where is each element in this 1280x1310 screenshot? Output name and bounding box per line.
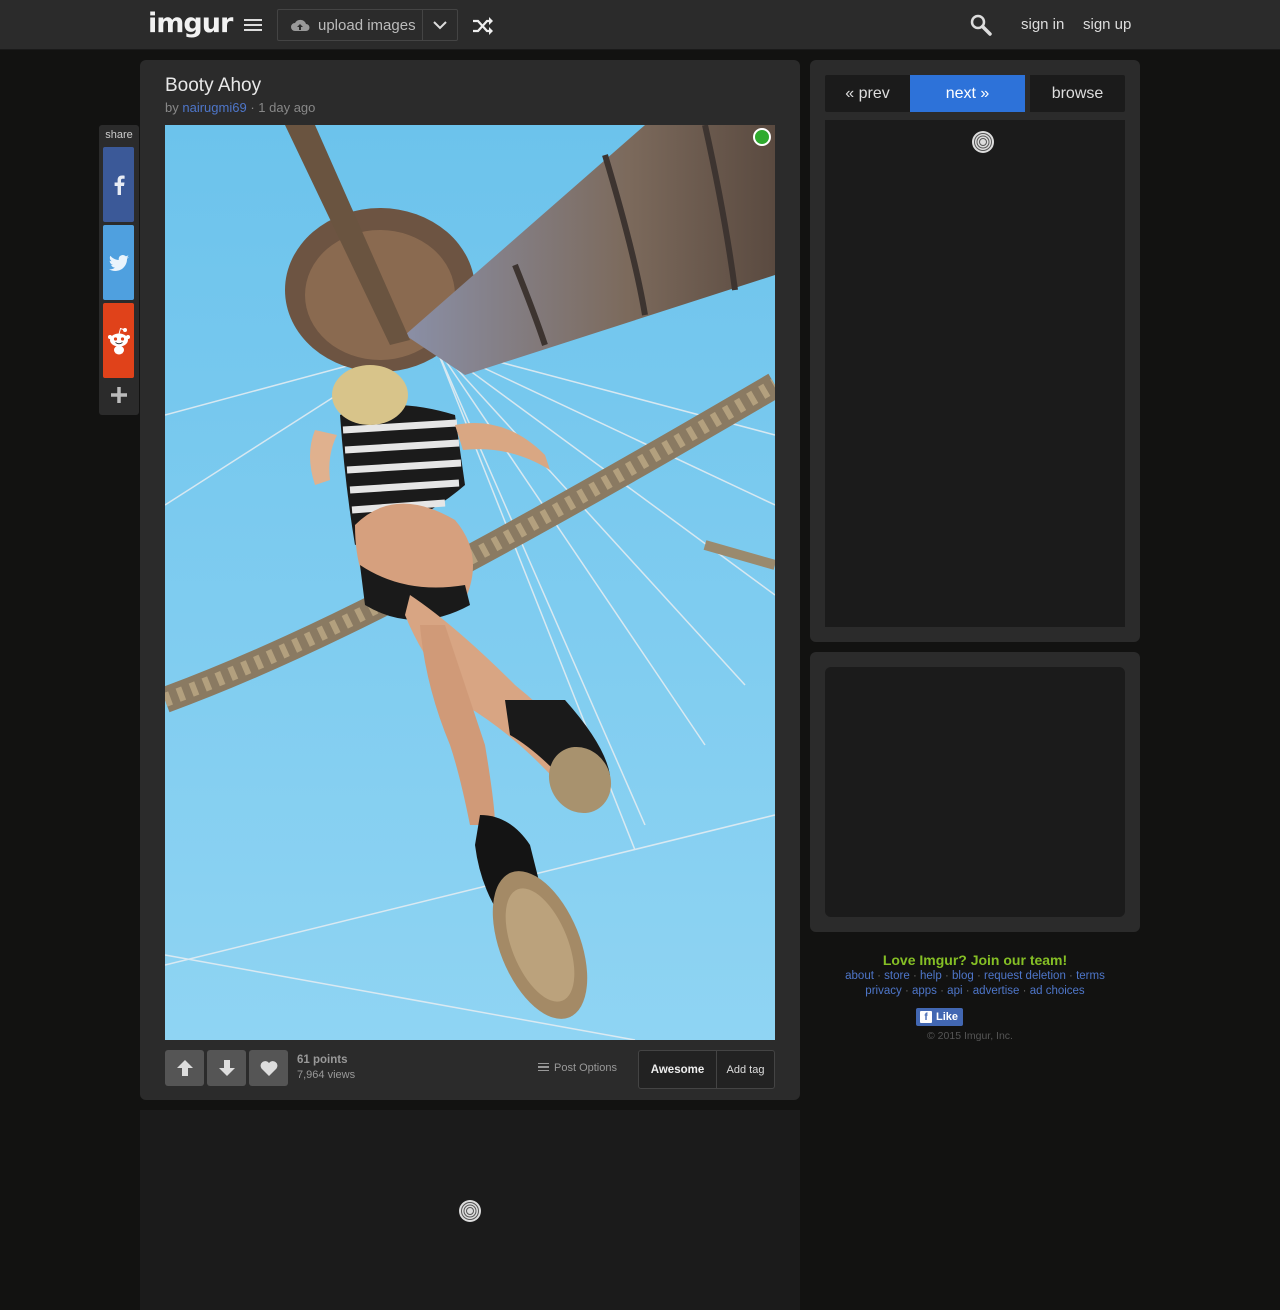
footer-link-ad-choices[interactable]: ad choices <box>1030 985 1085 997</box>
comments-area <box>140 1110 800 1310</box>
footer-link-apps[interactable]: apps <box>912 985 937 997</box>
footer-link-blog[interactable]: blog <box>952 970 974 982</box>
cloud-upload-icon <box>291 19 310 31</box>
upload-images-button[interactable]: upload images <box>278 10 422 40</box>
tag-group: Awesome Add tag <box>638 1050 775 1089</box>
footer-link-store[interactable]: store <box>884 970 910 982</box>
post-title: Booty Ahoy <box>165 75 262 96</box>
side-gallery <box>825 120 1125 627</box>
sign-up-link[interactable]: sign up <box>1083 16 1131 33</box>
share-more-button[interactable] <box>103 381 134 409</box>
points-count: 61 points <box>297 1054 348 1066</box>
sign-in-link[interactable]: sign in <box>1021 16 1064 33</box>
reddit-icon <box>107 327 130 354</box>
post-image[interactable] <box>165 125 775 1040</box>
footer-link-request-deletion[interactable]: request deletion <box>984 970 1066 982</box>
post-options-button[interactable]: Post Options <box>538 1062 617 1074</box>
post-photo <box>165 125 775 1040</box>
post-panel: Booty Ahoy by nairugmi69 · 1 day ago 61 … <box>140 60 800 1100</box>
menu-icon[interactable] <box>244 19 262 31</box>
favorite-button[interactable] <box>249 1050 288 1086</box>
loading-spinner-icon <box>459 1200 481 1222</box>
navigation-panel: « prev next » browse <box>810 60 1140 642</box>
footer-link-about[interactable]: about <box>845 970 874 982</box>
top-navbar: imgur upload images sign in sign up <box>0 0 1280 50</box>
shuffle-icon[interactable] <box>472 16 494 36</box>
upvote-button[interactable] <box>165 1050 204 1086</box>
next-button[interactable]: next » <box>910 75 1025 112</box>
downvote-button[interactable] <box>207 1050 246 1086</box>
arrow-up-icon <box>176 1060 193 1076</box>
views-count: 7,964 views <box>297 1069 356 1081</box>
footer-links-row2: privacy · apps · api · advertise · ad ch… <box>865 985 1085 997</box>
upload-label: upload images <box>318 16 416 34</box>
facebook-like-button[interactable]: f Like <box>916 1008 963 1026</box>
by-label: by <box>165 100 179 115</box>
loading-spinner-icon <box>972 131 994 153</box>
meta-separator: · <box>250 100 255 115</box>
ad-slot <box>825 667 1125 917</box>
facebook-icon <box>114 175 125 195</box>
heart-icon <box>260 1061 277 1076</box>
post-meta: by nairugmi69 · 1 day ago <box>165 100 315 115</box>
ad-panel <box>810 652 1140 932</box>
imgur-logo[interactable]: imgur <box>148 8 233 39</box>
author-link[interactable]: nairugmi69 <box>182 100 246 115</box>
share-sidebar: share <box>99 125 139 415</box>
arrow-down-icon <box>218 1060 235 1076</box>
tag-awesome[interactable]: Awesome <box>639 1051 717 1088</box>
share-label: share <box>105 129 133 141</box>
share-twitter-button[interactable] <box>103 225 134 300</box>
post-age: 1 day ago <box>258 100 316 115</box>
gif-badge <box>753 128 771 146</box>
copyright: © 2015 Imgur, Inc. <box>927 1030 1013 1042</box>
share-reddit-button[interactable] <box>103 303 134 378</box>
vote-bar: 61 points 7,964 views Post Options Aweso… <box>165 1050 775 1090</box>
upload-group: upload images <box>277 9 458 41</box>
list-icon <box>538 1062 549 1074</box>
prev-button[interactable]: « prev <box>825 75 910 112</box>
add-tag-button[interactable]: Add tag <box>717 1051 774 1088</box>
footer-links-row1: about · store · help · blog · request de… <box>845 970 1105 982</box>
plus-icon <box>110 387 127 403</box>
post-options-label: Post Options <box>554 1062 617 1074</box>
footer-link-api[interactable]: api <box>947 985 962 997</box>
join-team-link[interactable]: Love Imgur? Join our team! <box>810 952 1140 968</box>
search-icon[interactable] <box>970 14 992 36</box>
share-facebook-button[interactable] <box>103 147 134 222</box>
upload-dropdown-button[interactable] <box>422 10 457 40</box>
footer-link-help[interactable]: help <box>920 970 942 982</box>
like-label: Like <box>936 1011 959 1023</box>
chevron-down-icon <box>433 20 447 29</box>
browse-button[interactable]: browse <box>1030 75 1125 112</box>
footer-link-privacy[interactable]: privacy <box>865 985 901 997</box>
facebook-icon: f <box>920 1011 932 1023</box>
footer-link-advertise[interactable]: advertise <box>973 985 1020 997</box>
footer: Love Imgur? Join our team! about · store… <box>810 952 1140 1042</box>
footer-link-terms[interactable]: terms <box>1076 970 1105 982</box>
twitter-icon <box>108 254 129 271</box>
